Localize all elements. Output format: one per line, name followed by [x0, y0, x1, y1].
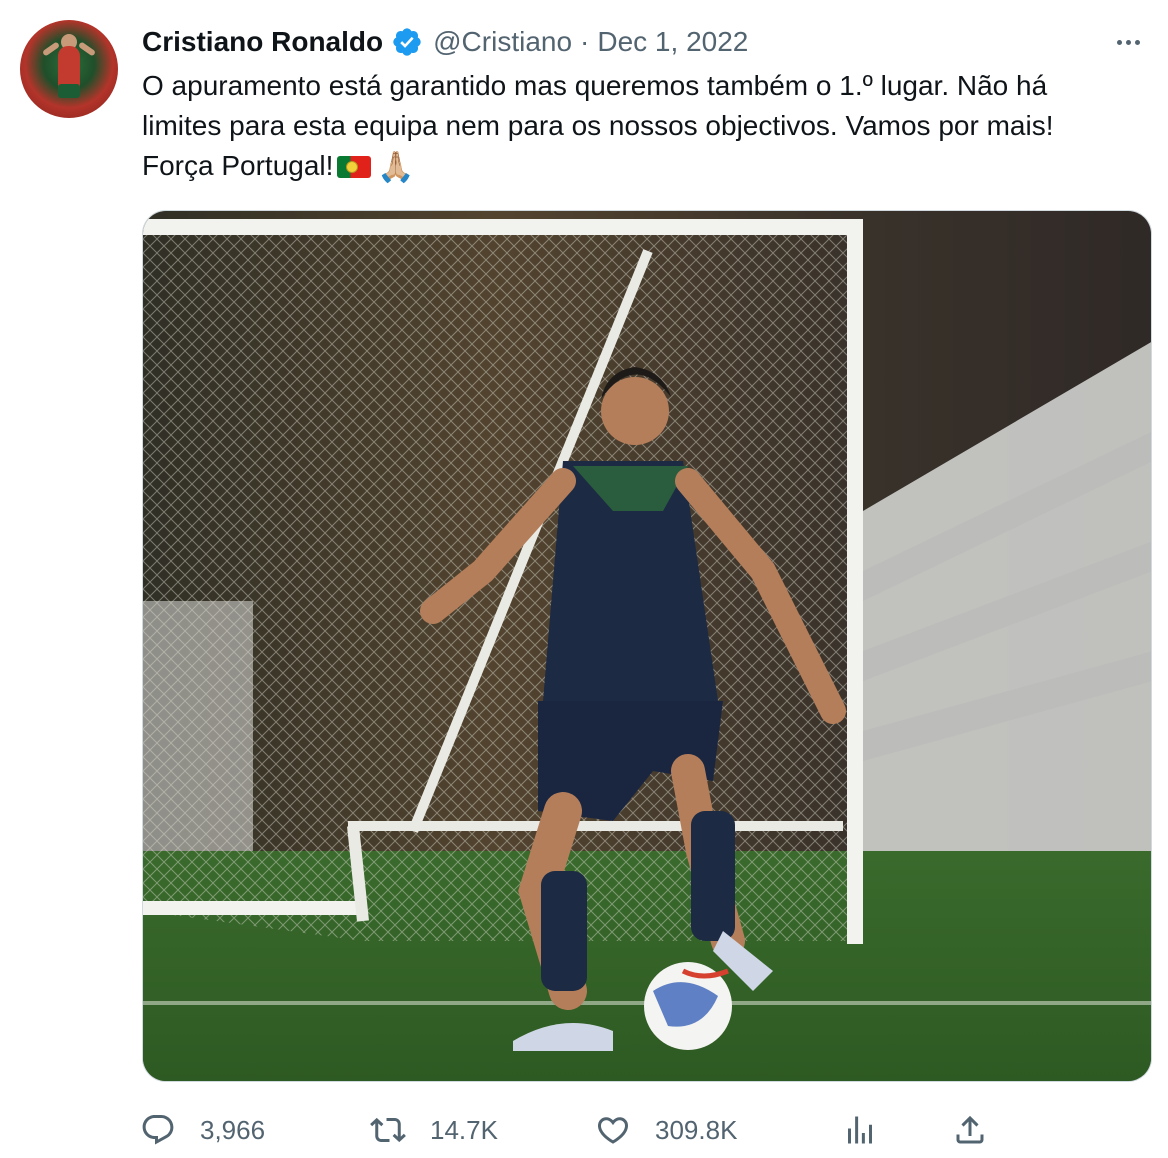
analytics-icon — [848, 1116, 872, 1144]
share-icon — [956, 1115, 984, 1144]
tweet-text-line: Força Portugal! — [142, 150, 334, 181]
views-button[interactable] — [842, 1106, 878, 1154]
more-dot — [1134, 39, 1140, 45]
retweet-button[interactable]: 14.7K — [370, 1106, 498, 1154]
more-options-icon[interactable] — [1108, 24, 1148, 60]
share-button[interactable] — [952, 1106, 988, 1154]
author-name[interactable]: Cristiano Ronaldo — [142, 26, 383, 58]
training-photo-illustration — [143, 211, 1151, 1081]
tweet-text-line: O apuramento está garantido mas queremos… — [142, 70, 1048, 101]
retweet-count: 14.7K — [430, 1114, 498, 1145]
verified-badge-icon — [393, 28, 421, 56]
author-avatar[interactable] — [20, 20, 118, 118]
reply-icon — [142, 1115, 174, 1145]
more-dot — [1116, 39, 1122, 45]
portugal-flag-icon — [337, 156, 372, 178]
reply-count: 3,966 — [200, 1114, 266, 1145]
avatar-figure-arm — [77, 41, 97, 57]
pray-emoji: 🙏🏼 — [377, 151, 415, 184]
tweet-actions: 3,966 14.7K 309.8K — [140, 1106, 1150, 1154]
more-dot — [1125, 39, 1131, 45]
like-count: 309.8K — [655, 1114, 738, 1145]
like-button[interactable]: 309.8K — [595, 1106, 737, 1154]
tweet-date[interactable]: Dec 1, 2022 — [597, 26, 748, 58]
heart-icon — [597, 1117, 629, 1144]
tweet-photo[interactable] — [142, 210, 1152, 1082]
avatar-figure-shorts — [58, 84, 80, 98]
tweet-text: O apuramento está garantido mas queremos… — [142, 66, 1142, 188]
header-separator: · — [580, 26, 590, 57]
retweet-icon — [370, 1117, 406, 1143]
tweet-text-line-last: Força Portugal! 🙏🏼 — [142, 146, 1142, 188]
author-handle[interactable]: @Cristiano — [433, 26, 572, 58]
tweet-header: Cristiano Ronaldo @Cristiano · Dec 1, 20… — [142, 24, 748, 60]
tweet-text-line: limites para esta equipa nem para os nos… — [142, 110, 1054, 141]
reply-button[interactable]: 3,966 — [140, 1106, 265, 1154]
